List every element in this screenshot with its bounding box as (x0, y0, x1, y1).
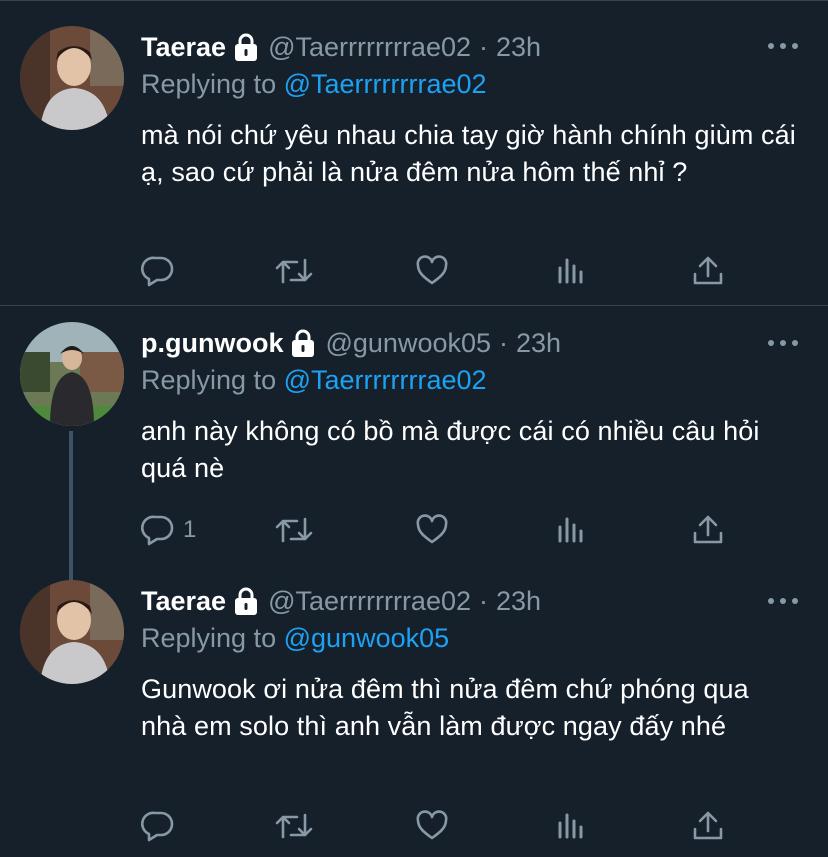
retweet-icon (275, 813, 313, 839)
share-button[interactable] (691, 251, 725, 291)
like-icon (416, 810, 448, 840)
retweet-button[interactable] (275, 510, 313, 550)
tweet-text: Gunwook ơi nửa đêm thì nửa đêm chứ phóng… (141, 674, 749, 741)
share-button[interactable] (691, 806, 725, 846)
share-icon (693, 256, 723, 285)
tweet-2[interactable]: p.gunwook @gunwook05 · 23h Replying to @… (0, 305, 828, 585)
analytics-icon (558, 517, 583, 543)
reply-mention-link[interactable]: @gunwook05 (284, 623, 450, 653)
username[interactable]: @Taerrrrrrrrae02 (268, 32, 471, 63)
timestamp[interactable]: 23h (496, 32, 541, 63)
reply-count: 1 (183, 516, 197, 543)
retweet-icon (275, 517, 313, 543)
more-icon[interactable] (768, 41, 798, 51)
like-button[interactable] (415, 251, 449, 291)
replying-to: Replying to @Taerrrrrrrrae02 (141, 365, 487, 396)
tweet-header: Taerae @Taerrrrrrrrae02 · 23h (141, 27, 541, 67)
avatar[interactable] (20, 322, 124, 426)
more-icon[interactable] (768, 596, 798, 606)
separator-dot: · (479, 585, 488, 616)
more-icon[interactable] (768, 338, 798, 348)
display-name[interactable]: Taerae (141, 32, 226, 63)
reply-icon (141, 811, 174, 842)
avatar[interactable] (20, 580, 124, 684)
retweet-button[interactable] (275, 806, 313, 846)
tweet-text: anh này không có bồ mà được cái có nhiều… (141, 416, 760, 483)
replying-to-label: Replying to (141, 365, 277, 395)
reply-icon (141, 515, 174, 546)
tweet-1[interactable]: Taerae @Taerrrrrrrrae02 · 23h Replying t… (0, 0, 828, 305)
share-icon (693, 811, 723, 840)
retweet-icon (275, 258, 313, 284)
reply-button[interactable] (141, 251, 183, 291)
display-name[interactable]: Taerae (141, 586, 226, 617)
avatar[interactable] (20, 26, 124, 130)
separator-dot: · (499, 327, 509, 358)
thread-connector (69, 431, 73, 585)
share-icon (693, 515, 723, 544)
tweet-header: p.gunwook @gunwook05 · 23h (141, 323, 561, 363)
tweet-actions (141, 251, 741, 291)
tweet-header: Taerae @Taerrrrrrrrae02 · 23h (141, 581, 541, 621)
reply-mention-link[interactable]: @Taerrrrrrrrae02 (284, 365, 487, 395)
like-button[interactable] (415, 806, 449, 846)
timestamp[interactable]: 23h (516, 328, 561, 359)
username[interactable]: @gunwook05 (325, 328, 491, 359)
analytics-icon (558, 258, 583, 284)
replying-to: Replying to @Taerrrrrrrrae02 (141, 69, 487, 100)
lock-icon (235, 587, 258, 615)
replying-to: Replying to @gunwook05 (141, 623, 449, 654)
reply-button[interactable]: 1 (141, 510, 196, 550)
username[interactable]: @Taerrrrrrrrae02 (268, 586, 471, 617)
like-icon (416, 514, 448, 544)
analytics-icon (558, 813, 583, 839)
analytics-button[interactable] (555, 510, 589, 550)
lock-icon (235, 33, 258, 61)
replying-to-label: Replying to (141, 623, 277, 653)
like-icon (416, 255, 448, 285)
timestamp[interactable]: 23h (496, 586, 541, 617)
tweet-text: mà nói chứ yêu nhau chia tay giờ hành ch… (141, 120, 796, 187)
reply-icon (141, 256, 174, 287)
tweet-actions (141, 806, 741, 846)
separator-dot: · (479, 31, 488, 62)
retweet-button[interactable] (275, 251, 313, 291)
tweet-3[interactable]: Taerae @Taerrrrrrrrae02 · 23h Replying t… (0, 575, 828, 857)
tweet-actions: 1 (141, 510, 741, 550)
lock-icon (292, 329, 315, 357)
like-button[interactable] (415, 510, 449, 550)
share-button[interactable] (691, 510, 725, 550)
analytics-button[interactable] (555, 806, 589, 846)
reply-mention-link[interactable]: @Taerrrrrrrrae02 (284, 69, 487, 99)
reply-button[interactable] (141, 806, 183, 846)
replying-to-label: Replying to (141, 69, 277, 99)
display-name[interactable]: p.gunwook (141, 328, 283, 359)
analytics-button[interactable] (555, 251, 589, 291)
